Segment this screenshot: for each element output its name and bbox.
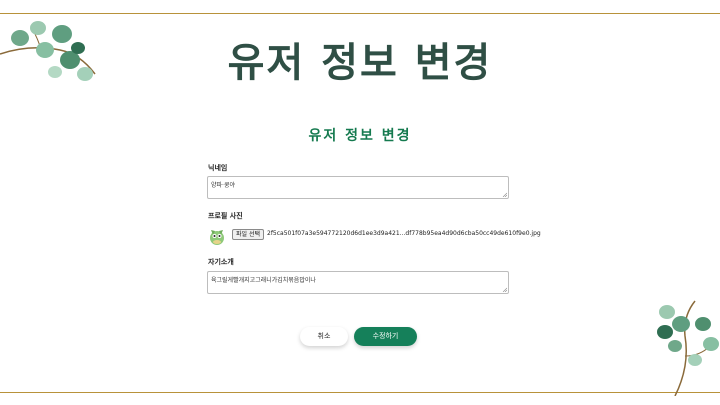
submit-button[interactable]: 수정하기 [354,327,417,346]
nickname-value: 양파·쿵야 [211,182,235,189]
form-title: 유저 정보 변경 [308,128,412,144]
nickname-label: 닉네임 [208,164,228,172]
resize-grip-icon[interactable] [502,287,507,292]
profile-photo-label: 프로필 사진 [208,212,243,220]
slide-title: 유저 정보 변경 [227,40,493,86]
top-rule [0,13,720,14]
bio-value: 육그릴게빨개지고그래니가김치볶음밥이나 [211,277,316,284]
cancel-button[interactable]: 취소 [300,327,348,346]
nickname-input[interactable]: 양파·쿵야 [207,176,509,199]
bottom-rule [0,392,720,393]
choose-file-button[interactable]: 파일 선택 [232,229,264,240]
resize-grip-icon[interactable] [502,192,507,197]
avatar-icon [210,230,224,245]
bio-label: 자기소개 [208,258,234,266]
eucalyptus-branch-icon [657,300,719,396]
bio-input[interactable]: 육그릴게빨개지고그래니가김치볶음밥이나 [207,271,509,294]
selected-file-name: 2f5ca501f07a3e594772120d6d1ee3d9a421...d… [267,230,541,237]
